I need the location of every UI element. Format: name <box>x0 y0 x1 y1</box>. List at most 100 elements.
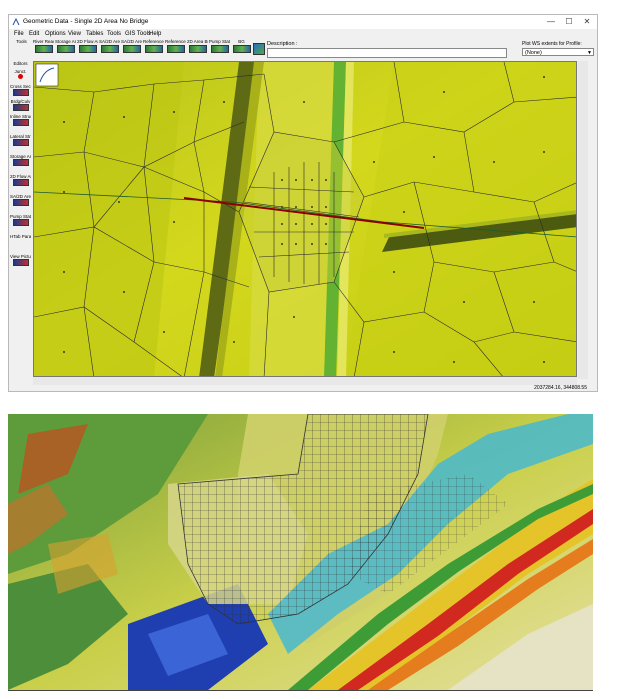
menu-view[interactable]: View <box>68 31 81 37</box>
menu-tools[interactable]: Tools <box>107 31 121 37</box>
storage-area-button[interactable]: Storage Area <box>55 39 76 60</box>
geometry-map-canvas[interactable] <box>33 61 577 377</box>
plot-ws-label: Plot WS extents for Profile: <box>522 41 582 47</box>
storage-area-editor-button[interactable]: Storage Area <box>10 154 31 166</box>
minimize-button[interactable]: — <box>544 17 558 27</box>
background-label: BG <box>238 39 245 44</box>
pump-station-button[interactable]: Pump Station <box>209 39 230 60</box>
background-icon <box>232 45 251 53</box>
lateral-structure-editor-button[interactable]: Lateral Structure <box>10 134 31 146</box>
storage-area-editor-label: Storage Area <box>10 154 31 159</box>
sa-2d-conn-editor-icon <box>12 199 29 206</box>
2d-flow-area-editor-icon <box>12 179 29 186</box>
sa-2d-conn-label: SA/2D Area Conn <box>99 39 120 44</box>
tools-button[interactable]: Tools <box>11 39 32 60</box>
menu-options[interactable]: Options <box>45 31 66 37</box>
map-layers-button[interactable] <box>252 39 266 60</box>
editors-header: Editors <box>10 61 31 66</box>
river-reach-icon <box>34 45 53 53</box>
geometric-data-window: Geometric Data - Single 2D Area No Bridg… <box>8 14 598 392</box>
app-icon <box>12 18 20 26</box>
bridge-culvert-icon <box>12 104 29 111</box>
reference-lines-label: Reference Lines <box>143 39 164 44</box>
plot-profile-value: (None) <box>525 50 542 56</box>
tools-label: Tools <box>16 39 27 44</box>
reference-points-icon <box>166 45 185 53</box>
inline-structure-label: Inline Structure <box>10 114 31 119</box>
bc-lines-label: SA/2D Area BC Lines <box>121 39 142 44</box>
reference-lines-icon <box>144 45 163 53</box>
plot-profile-select[interactable]: (None) ▼ <box>522 48 594 56</box>
pump-station-editor-icon <box>12 219 29 226</box>
menu-bar: File Edit Options View Tables Tools GIS … <box>9 30 597 39</box>
terrain-grid-image <box>8 414 593 690</box>
lateral-structure-icon <box>12 139 29 146</box>
sa-2d-conn-editor-button[interactable]: SA/2D Area Conn <box>10 194 31 206</box>
horizontal-scrollbar[interactable] <box>33 377 577 385</box>
pump-station-editor-button[interactable]: Pump Station <box>10 214 31 226</box>
storage-area-icon <box>56 45 75 53</box>
cross-section-label: Cross Section <box>10 84 31 89</box>
bridge-culvert-label: Brdg/Culv <box>10 99 31 104</box>
menu-tables[interactable]: Tables <box>86 31 103 37</box>
window-title: Geometric Data - Single 2D Area No Bridg… <box>23 18 149 25</box>
maximize-button[interactable]: ☐ <box>562 17 576 27</box>
break-lines-label: 2D Area Break Lines <box>187 39 208 44</box>
menu-file[interactable]: File <box>14 31 24 37</box>
bc-lines-button[interactable]: SA/2D Area BC Lines <box>121 39 142 60</box>
view-picture-icon <box>12 259 29 266</box>
sa-2d-conn-editor-label: SA/2D Area Conn <box>10 194 31 199</box>
junction-editor-button[interactable]: Junct. <box>10 69 31 79</box>
view-picture-button[interactable]: View Picture <box>10 254 31 266</box>
2d-flow-area-button[interactable]: 2D Flow Area <box>77 39 98 60</box>
map-layers-icon <box>253 43 265 55</box>
junction-label: Junct. <box>14 69 27 74</box>
menu-help[interactable]: Help <box>149 31 161 37</box>
river-reach-button[interactable]: River Reach <box>33 39 54 60</box>
bc-lines-icon <box>122 45 141 53</box>
editors-panel: Editors Junct. Cross Section Brdg/Culv I… <box>9 61 32 379</box>
pump-station-icon <box>210 45 229 53</box>
pump-station-editor-label: Pump Station <box>10 214 31 219</box>
terrain-grid-picture <box>8 414 593 690</box>
break-lines-button[interactable]: 2D Area Break Lines <box>187 39 208 60</box>
cross-section-editor-button[interactable]: Cross Section <box>10 84 31 96</box>
sa-2d-conn-icon <box>100 45 119 53</box>
pump-station-label: Pump Station <box>209 39 230 44</box>
junction-icon <box>18 74 23 79</box>
terrain-mesh-view <box>34 62 576 376</box>
inline-structure-editor-button[interactable]: Inline Structure <box>10 114 31 126</box>
bottom-divider <box>8 690 593 691</box>
cross-section-icon <box>12 89 29 96</box>
sa-2d-conn-button[interactable]: SA/2D Area Conn <box>99 39 120 60</box>
break-lines-icon <box>188 45 207 53</box>
reference-points-label: Reference Points <box>165 39 186 44</box>
vertical-scrollbar[interactable] <box>578 61 588 379</box>
inline-structure-icon <box>12 119 29 126</box>
reference-lines-button[interactable]: Reference Lines <box>143 39 164 60</box>
description-input[interactable] <box>267 48 507 58</box>
menu-edit[interactable]: Edit <box>29 31 39 37</box>
lateral-structure-label: Lateral Structure <box>10 134 31 139</box>
status-bar: 2037284.16, 344808.55 <box>9 385 597 392</box>
description-label: Description : <box>267 41 298 47</box>
reference-points-button[interactable]: Reference Points <box>165 39 186 60</box>
view-picture-label: View Picture <box>10 254 31 259</box>
bridge-culvert-editor-button[interactable]: Brdg/Culv <box>10 99 31 111</box>
close-button[interactable]: ✕ <box>580 17 594 27</box>
htab-param-label: HTab Param. <box>10 234 31 239</box>
river-reach-label: River Reach <box>33 39 54 44</box>
storage-area-editor-icon <box>12 159 29 166</box>
htab-param-button[interactable]: HTab Param. <box>10 234 31 239</box>
2d-flow-area-label: 2D Flow Area <box>77 39 98 44</box>
menu-gis-tools[interactable]: GIS Tools <box>125 31 151 37</box>
editors-label: Editors <box>13 61 28 66</box>
coordinate-readout: 2037284.16, 344808.55 <box>534 385 587 391</box>
2d-flow-area-editor-label: 2D Flow Area <box>10 174 31 179</box>
background-button[interactable]: BG <box>231 39 252 60</box>
storage-area-label: Storage Area <box>55 39 76 44</box>
2d-flow-area-icon <box>78 45 97 53</box>
title-bar: Geometric Data - Single 2D Area No Bridg… <box>9 15 597 29</box>
2d-flow-area-editor-button[interactable]: 2D Flow Area <box>10 174 31 186</box>
chevron-down-icon: ▼ <box>587 50 592 56</box>
